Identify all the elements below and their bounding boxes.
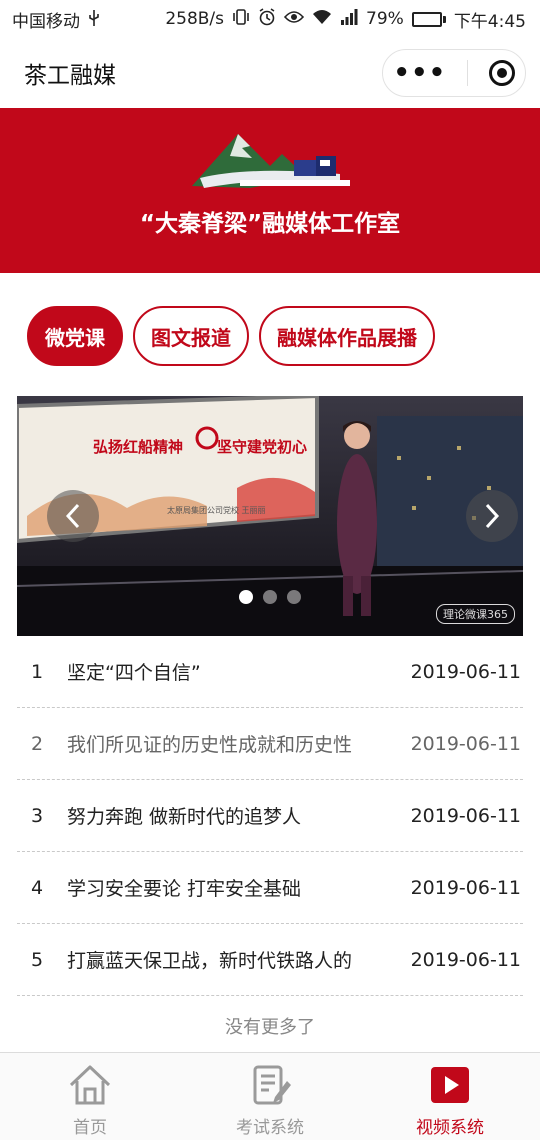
carrier-label: 中国移动 [12, 11, 80, 32]
banner-title: “大秦脊梁”融媒体工作室 [139, 211, 401, 237]
clock-time: 下午4:45 [453, 11, 526, 32]
item-title: 我们所见证的历史性成就和历史性 [67, 734, 353, 756]
tab-home[interactable]: 首页 [0, 1053, 180, 1140]
signal-icon [340, 8, 358, 30]
carousel-indicator [239, 590, 301, 604]
video-play-icon [431, 1067, 469, 1103]
item-title: 坚定“四个自信” [67, 662, 201, 684]
carousel-dot[interactable] [263, 590, 277, 604]
item-number: 5 [31, 948, 44, 971]
item-number: 4 [31, 876, 44, 899]
tab-exam-label: 考试系统 [236, 1118, 304, 1138]
header-banner: “大秦脊梁”融媒体工作室 [0, 108, 540, 273]
category-tabs: 微党课 图文报道 融媒体作品展播 [27, 306, 435, 366]
screen-slogan-left: 弘扬红船精神 [93, 438, 184, 456]
watermark-badge: 理论微课365 [436, 604, 515, 624]
chevron-left-icon [65, 503, 80, 529]
battery-percent: 79% [366, 9, 404, 29]
status-bar: 中国移动 258B/s 79% 下午4:45 [0, 0, 540, 38]
item-date: 2019-06-11 [410, 660, 521, 683]
no-more-label: 没有更多了 [225, 1017, 315, 1038]
mini-program-navbar: 茶工融媒 ••• [0, 38, 540, 108]
capsule-divider [466, 60, 468, 86]
item-title: 打赢蓝天保卫战，新时代铁路人的 [67, 950, 353, 972]
bottom-tab-bar: 首页 考试系统 视频系统 [0, 1052, 540, 1140]
video-list: 1 坚定“四个自信” 2019-06-11 2 我们所见证的历史性成就和历史性 … [17, 636, 523, 996]
battery-icon [411, 11, 446, 27]
list-item[interactable]: 2 我们所见证的历史性成就和历史性 2019-06-11 [17, 708, 523, 780]
video-carousel[interactable]: 弘扬红船精神 坚守建党初心 太原局集团公司党校 王丽丽 理论微课365 [17, 396, 523, 636]
list-item[interactable]: 3 努力奔跑 做新时代的追梦人 2019-06-11 [17, 780, 523, 852]
page-title: 茶工融媒 [24, 63, 116, 89]
list-item[interactable]: 4 学习安全要论 打牢安全基础 2019-06-11 [17, 852, 523, 924]
item-date: 2019-06-11 [410, 876, 521, 899]
target-icon[interactable] [488, 60, 515, 86]
item-number: 1 [31, 660, 44, 683]
eye-icon [283, 9, 305, 29]
capsule-menu: ••• [382, 49, 526, 97]
list-item[interactable]: 1 坚定“四个自信” 2019-06-11 [17, 636, 523, 708]
chevron-right-icon [485, 503, 500, 529]
tab-home-label: 首页 [73, 1118, 107, 1138]
item-number: 2 [31, 732, 44, 755]
screen-caption: 太原局集团公司党校 王丽丽 [167, 506, 266, 515]
item-date: 2019-06-11 [410, 804, 521, 827]
usb-icon [88, 9, 100, 29]
tab-exam-system[interactable]: 考试系统 [180, 1053, 360, 1140]
item-title: 努力奔跑 做新时代的追梦人 [67, 806, 302, 828]
home-icon [69, 1065, 111, 1105]
item-title: 学习安全要论 打牢安全基础 [67, 878, 302, 900]
tab-micro-party-class[interactable]: 微党课 [27, 306, 123, 366]
network-speed: 258B/s [165, 9, 225, 29]
screen-slogan-right: 坚守建党初心 [217, 438, 308, 456]
exam-edit-icon [253, 1065, 291, 1105]
tab-video-label: 视频系统 [416, 1118, 484, 1138]
list-item[interactable]: 5 打赢蓝天保卫战，新时代铁路人的 2019-06-11 [17, 924, 523, 996]
more-options-icon[interactable]: ••• [393, 60, 446, 86]
vibrate-icon [232, 8, 250, 30]
tab-photo-reports[interactable]: 图文报道 [133, 306, 249, 366]
tab-media-works[interactable]: 融媒体作品展播 [259, 306, 435, 366]
mountain-train-logo [192, 134, 350, 188]
wifi-icon [312, 9, 332, 30]
carousel-dot[interactable] [239, 590, 253, 604]
carousel-prev-button[interactable] [47, 490, 99, 542]
item-number: 3 [31, 804, 44, 827]
alarm-icon [258, 7, 276, 31]
tab-video-system[interactable]: 视频系统 [360, 1053, 540, 1140]
carousel-next-button[interactable] [466, 490, 518, 542]
item-date: 2019-06-11 [410, 732, 521, 755]
carousel-dot[interactable] [287, 590, 301, 604]
item-date: 2019-06-11 [410, 948, 521, 971]
